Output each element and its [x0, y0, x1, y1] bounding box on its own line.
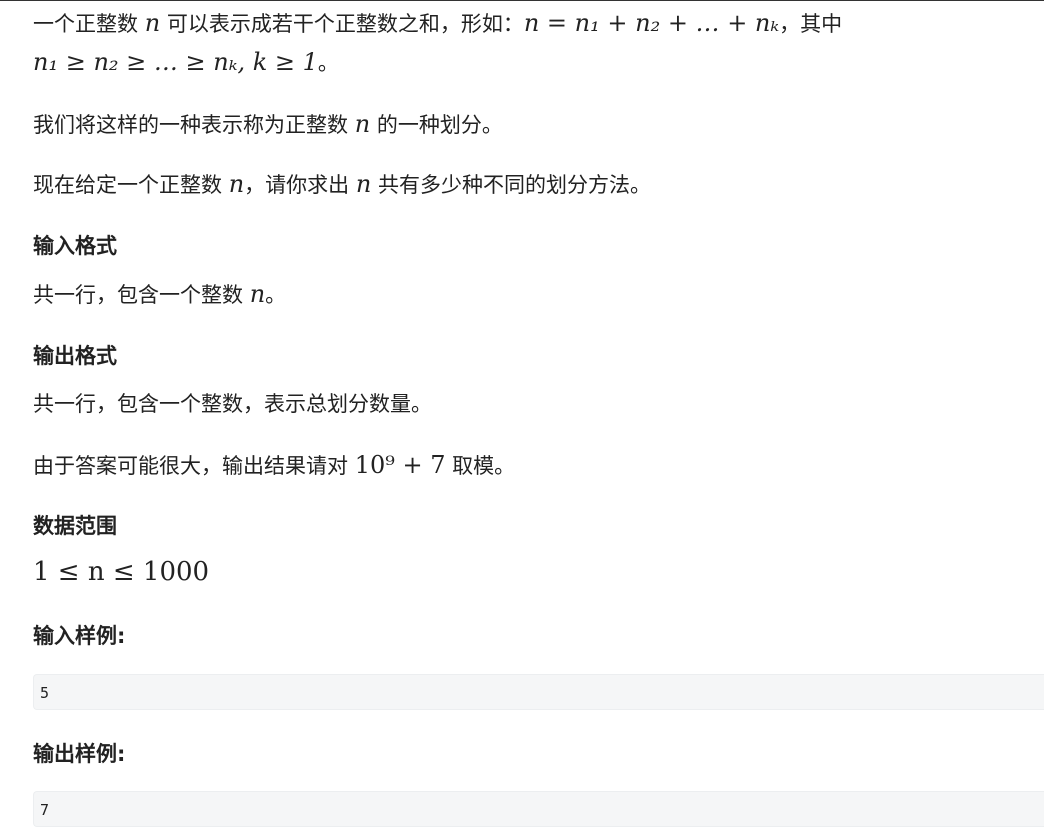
output-format-heading: 输出格式	[33, 344, 117, 368]
statement-text: 我们将这样的一种表示称为正整数	[33, 113, 355, 137]
statement-line-1: 一个正整数 n 可以表示成若干个正整数之和，形如：n = n₁ + n₂ + ……	[33, 9, 842, 38]
sample-output-value: 7	[40, 801, 50, 819]
statement-text: 的一种划分。	[370, 113, 503, 137]
data-range-formula: 1 ≤ n ≤ 1000	[33, 558, 209, 587]
sample-input-value: 5	[40, 684, 50, 702]
statement-text: 取模。	[445, 454, 516, 478]
statement-text: 现在给定一个正整数	[33, 173, 229, 197]
statement-text: ，请你求出	[244, 173, 356, 197]
statement-line-2: n₁ ≥ n₂ ≥ … ≥ nₖ, k ≥ 1。	[33, 48, 339, 77]
statement-text: ，其中	[779, 12, 843, 36]
statement-text: 共有多少种不同的划分方法。	[371, 173, 651, 197]
statement-text: 由于答案可能很大，输出结果请对	[33, 454, 355, 478]
sample-input-box[interactable]: 5	[33, 674, 1044, 710]
input-format-text: 共一行，包含一个整数 n。	[33, 280, 286, 309]
output-format-text: 共一行，包含一个整数，表示总划分数量。	[33, 392, 432, 416]
statement-text: 。	[265, 283, 287, 307]
math-var: n	[355, 170, 372, 198]
statement-text: 一个正整数	[33, 12, 145, 36]
output-mod-text: 由于答案可能很大，输出结果请对 10⁹ + 7 取模。	[33, 451, 515, 480]
sample-output-box[interactable]: 7	[33, 791, 1044, 827]
statement-paragraph-3: 现在给定一个正整数 n，请你求出 n 共有多少种不同的划分方法。	[33, 170, 651, 199]
math-var: n	[144, 9, 161, 37]
math-var: n	[228, 170, 245, 198]
input-format-heading: 输入格式	[33, 234, 117, 258]
math-formula: n = n₁ + n₂ + … + nₖ	[523, 9, 780, 37]
top-divider	[0, 0, 1044, 1]
math-var: n	[249, 280, 266, 308]
math-formula: 10⁹ + 7	[354, 451, 446, 479]
statement-text: 。	[317, 51, 339, 75]
statement-text: 共一行，包含一个整数	[33, 283, 250, 307]
math-formula: n₁ ≥ n₂ ≥ … ≥ nₖ, k ≥ 1	[33, 48, 318, 76]
data-range-heading: 数据范围	[33, 514, 117, 538]
math-var: n	[354, 110, 371, 138]
math-formula: 1 ≤ n ≤ 1000	[33, 557, 210, 587]
statement-paragraph-2: 我们将这样的一种表示称为正整数 n 的一种划分。	[33, 110, 503, 139]
sample-input-heading: 输入样例:	[33, 624, 126, 648]
sample-output-heading: 输出样例:	[33, 742, 126, 766]
statement-text: 可以表示成若干个正整数之和，形如：	[160, 12, 524, 36]
